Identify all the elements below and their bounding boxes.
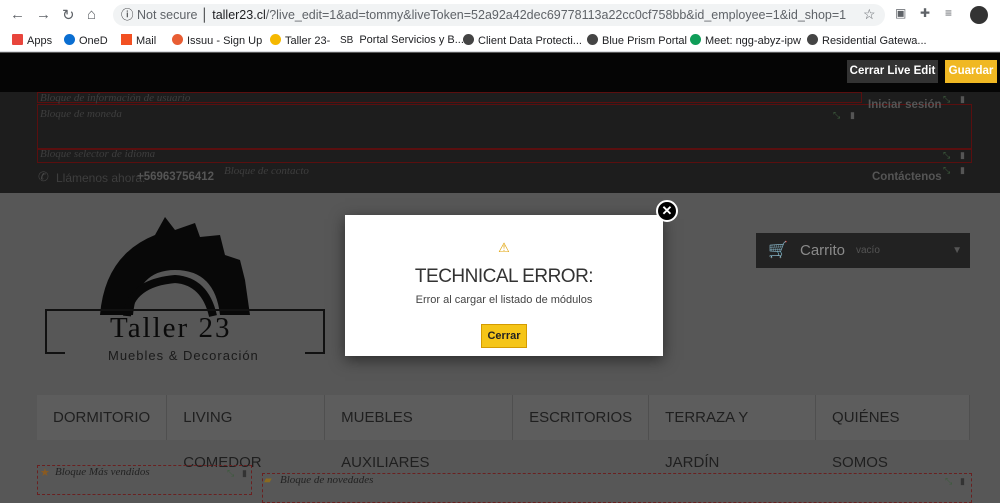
trash-icon[interactable]: ▮ xyxy=(960,476,965,487)
avatar[interactable] xyxy=(970,6,988,24)
address-bar[interactable]: ⓘ Not secure │ taller23.cl/?live_edit=1&… xyxy=(113,4,885,26)
contact-block-label: Bloque de contacto xyxy=(224,165,309,177)
warning-icon: ⚠ xyxy=(498,240,510,255)
trash-icon[interactable]: ▮ xyxy=(960,94,965,105)
dialog-title: TECHNICAL ERROR: xyxy=(414,266,594,287)
bookmarks-bar: Apps OneD Mail Issuu - Sign Up Taller 23… xyxy=(0,30,1000,52)
trash-icon[interactable]: ▮ xyxy=(960,165,965,176)
bookmark[interactable]: Blue Prism Portal xyxy=(587,34,687,47)
logo-name: Taller 23 xyxy=(110,312,232,344)
bookmark[interactable]: SB Portal Servicios y B... xyxy=(340,34,464,46)
globe-icon xyxy=(587,34,598,45)
home-icon[interactable]: ⌂ xyxy=(87,6,96,23)
bookmark[interactable]: Residential Gatewa... xyxy=(807,34,927,47)
browser-toolbar: ← → ↻ ⌂ ⓘ Not secure │ taller23.cl/?live… xyxy=(0,0,1000,30)
sb-icon: SB xyxy=(340,35,354,46)
trash-icon[interactable]: ▮ xyxy=(850,110,855,121)
issuu-icon xyxy=(172,34,183,45)
new-icon: ▰ xyxy=(264,475,272,486)
hand-icon xyxy=(270,34,281,45)
move-icon[interactable]: ⤡ xyxy=(943,150,950,161)
move-icon[interactable]: ⤡ xyxy=(943,165,950,176)
meet-icon xyxy=(690,34,701,45)
bestsellers-label: Bloque Más vendidos xyxy=(55,466,150,478)
move-icon[interactable]: ⤡ xyxy=(943,94,950,105)
star-icon[interactable]: ☆ xyxy=(863,6,876,23)
chevron-down-icon: ▼ xyxy=(952,245,962,256)
bookmark[interactable]: Client Data Protecti... xyxy=(463,34,582,47)
bookmark[interactable]: Mail xyxy=(121,34,156,47)
menu-item[interactable]: QUIÉNES SOMOS xyxy=(816,395,970,471)
move-icon[interactable]: ⤡ xyxy=(227,468,234,479)
globe-icon xyxy=(807,34,818,45)
move-icon[interactable]: ⤡ xyxy=(833,110,840,121)
url-path: /?live_edit=1&ad=tommy&liveToken=52a92a4… xyxy=(265,8,847,22)
error-dialog: ⚠ TECHNICAL ERROR: Error al cargar el li… xyxy=(345,215,663,356)
bookmark[interactable]: Taller 23- xyxy=(270,34,330,47)
trash-icon[interactable]: ▮ xyxy=(242,468,247,479)
reload-icon[interactable]: ↻ xyxy=(62,6,75,24)
user-info-block-label: Bloque de información de usuario xyxy=(40,92,191,104)
url-host: taller23.cl xyxy=(212,8,266,22)
cart-label: Carrito xyxy=(800,242,846,259)
bookmark-apps[interactable]: Apps xyxy=(12,34,52,47)
menu-item[interactable]: DORMITORIO xyxy=(37,395,168,440)
apps-icon xyxy=(12,34,23,45)
puzzle-icon[interactable]: ✚ xyxy=(920,6,930,20)
award-icon: ★ xyxy=(40,467,50,479)
bookmark[interactable]: OneD xyxy=(64,34,108,47)
bookmark[interactable]: Meet: ngg-abyz-ipw xyxy=(690,34,801,47)
windows-icon xyxy=(121,34,132,45)
security-label: Not secure xyxy=(137,8,198,22)
currency-block xyxy=(37,104,972,149)
menu-item[interactable]: ESCRITORIOS xyxy=(513,395,650,440)
menu-item[interactable]: MUEBLES AUXILIARES xyxy=(325,395,514,471)
trash-icon[interactable]: ▮ xyxy=(960,150,965,161)
move-icon[interactable]: ⤡ xyxy=(945,476,952,487)
cloud-icon xyxy=(64,34,75,45)
new-products-label: Bloque de novedades xyxy=(280,474,374,486)
logo[interactable]: Taller 23 Muebles & Decoración xyxy=(45,215,325,363)
globe-icon xyxy=(463,34,474,45)
language-block-label: Bloque selector de idioma xyxy=(40,148,156,160)
extension-icon[interactable]: ▣ xyxy=(895,6,906,20)
currency-block-label: Bloque de moneda xyxy=(40,108,122,120)
menu-item[interactable]: TERRAZA Y JARDÍN xyxy=(649,395,817,471)
reading-list-icon[interactable]: ≡ xyxy=(945,6,952,20)
cart-status: vacío xyxy=(856,245,880,256)
menu-item[interactable]: LIVING COMEDOR xyxy=(167,395,326,471)
language-block xyxy=(37,149,972,163)
bookmark[interactable]: Issuu - Sign Up xyxy=(172,34,262,47)
close-dialog-button[interactable]: Cerrar xyxy=(481,324,527,348)
back-icon[interactable]: ← xyxy=(10,6,25,23)
close-live-edit-button[interactable]: Cerrar Live Edit xyxy=(847,60,938,83)
phone-icon: ✆ xyxy=(38,169,49,184)
info-icon[interactable]: ⓘ xyxy=(121,8,134,22)
contact-link[interactable]: Contáctenos xyxy=(872,171,942,183)
logo-tagline: Muebles & Decoración xyxy=(108,348,259,363)
call-label: Llámenos ahora: xyxy=(56,171,146,185)
dialog-message: Error al cargar el listado de módulos xyxy=(415,294,593,306)
cart-icon: 🛒 xyxy=(768,242,788,259)
forward-icon[interactable]: → xyxy=(36,6,51,23)
phone-number: +56963756412 xyxy=(137,171,215,183)
close-icon[interactable]: ✕ xyxy=(656,200,678,222)
login-link[interactable]: Iniciar sesión xyxy=(868,99,942,111)
save-button[interactable]: Guardar xyxy=(945,60,997,83)
main-menu: DORMITORIO LIVING COMEDOR MUEBLES AUXILI… xyxy=(37,395,970,471)
cart-button[interactable]: 🛒 Carrito vacío ▼ xyxy=(756,233,970,268)
